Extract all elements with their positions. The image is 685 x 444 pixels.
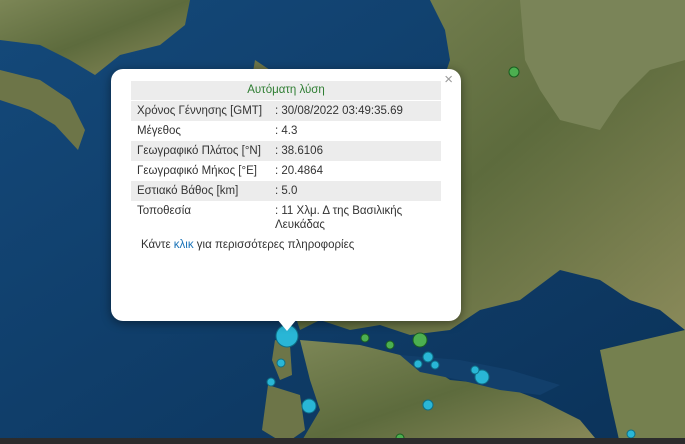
depth-value: : 5.0 bbox=[269, 181, 441, 201]
location-label: Τοποθεσία bbox=[137, 205, 191, 217]
earthquake-info-popup: × Αυτόματη λύση Χρόνος Γέννησης [GMT] : … bbox=[111, 69, 461, 321]
row-latitude: Γεωγραφικό Πλάτος [°N] : 38.6106 bbox=[131, 141, 441, 161]
magnitude-value: : 4.3 bbox=[275, 125, 298, 137]
earthquake-marker-icon[interactable] bbox=[422, 399, 434, 411]
earthquake-marker-icon[interactable] bbox=[508, 66, 520, 78]
earthquake-marker-icon[interactable] bbox=[422, 351, 434, 363]
earthquake-marker-icon[interactable] bbox=[301, 398, 317, 414]
close-icon[interactable]: × bbox=[444, 72, 453, 88]
depth-label: Εστιακό Βάθος [km] bbox=[131, 181, 269, 201]
popup-pointer bbox=[277, 319, 297, 331]
earthquake-marker-icon[interactable] bbox=[470, 365, 480, 375]
magnitude-label: Μέγεθος bbox=[137, 125, 181, 137]
row-location: Τοποθεσία : 11 Χλμ. Δ της Βασιλικής Λευκ… bbox=[131, 201, 441, 235]
row-magnitude: Μέγεθος : 4.3 bbox=[131, 121, 441, 141]
earthquake-marker-icon[interactable] bbox=[360, 333, 370, 343]
origin-time-value: : 30/08/2022 03:49:35.69 bbox=[269, 101, 441, 121]
more-suffix: για περισσότερες πληροφορίες bbox=[193, 239, 355, 251]
origin-time-label: Χρόνος Γέννησης [GMT] bbox=[131, 101, 269, 121]
earthquake-marker-icon[interactable] bbox=[430, 360, 440, 370]
longitude-label: Γεωγραφικό Μήκος [°E] bbox=[137, 165, 257, 177]
row-depth: Εστιακό Βάθος [km] : 5.0 bbox=[131, 181, 441, 201]
earthquake-marker-icon[interactable] bbox=[385, 340, 395, 350]
earthquake-marker-icon[interactable] bbox=[626, 429, 636, 439]
more-info-text: Κάντε κλικ για περισσότερες πληροφορίες bbox=[131, 239, 441, 251]
row-longitude: Γεωγραφικό Μήκος [°E] : 20.4864 bbox=[131, 161, 441, 181]
earthquake-marker-icon[interactable] bbox=[412, 332, 428, 348]
earthquake-marker-icon[interactable] bbox=[413, 359, 423, 369]
more-prefix: Κάντε bbox=[141, 239, 174, 251]
earthquake-details-table: Χρόνος Γέννησης [GMT] : 30/08/2022 03:49… bbox=[131, 101, 441, 235]
earthquake-marker-icon[interactable] bbox=[266, 377, 276, 387]
popup-title: Αυτόματη λύση bbox=[131, 81, 441, 100]
longitude-value: : 20.4864 bbox=[275, 165, 323, 177]
latitude-label: Γεωγραφικό Πλάτος [°N] bbox=[131, 141, 269, 161]
more-info-link[interactable]: κλικ bbox=[174, 239, 194, 251]
location-value: : 11 Χλμ. Δ της Βασιλικής Λευκάδας bbox=[275, 205, 403, 231]
row-origin-time: Χρόνος Γέννησης [GMT] : 30/08/2022 03:49… bbox=[131, 101, 441, 121]
latitude-value: : 38.6106 bbox=[269, 141, 441, 161]
bottom-bar bbox=[0, 438, 685, 444]
earthquake-marker-icon[interactable] bbox=[276, 358, 286, 368]
